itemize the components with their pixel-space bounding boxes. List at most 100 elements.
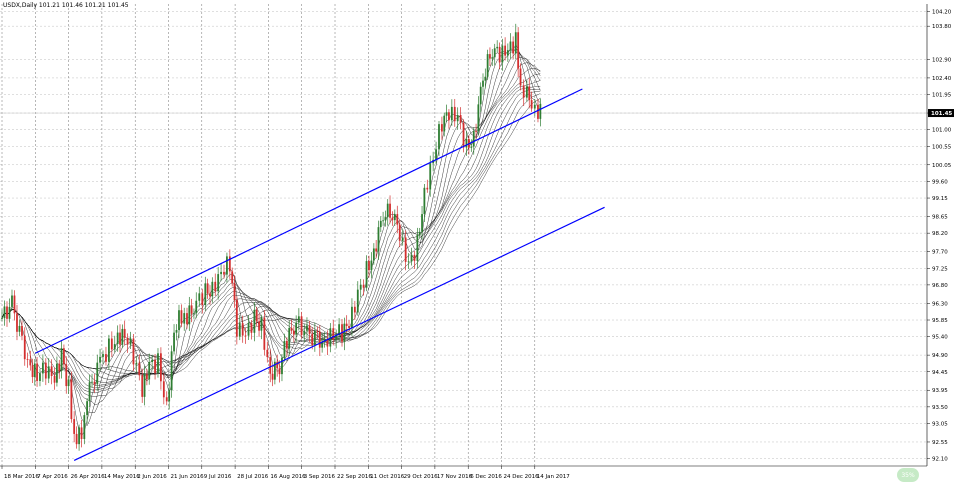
candle-body: [102, 354, 104, 357]
candle-body: [198, 293, 201, 301]
candle-body: [13, 295, 16, 314]
candle-body: [193, 313, 195, 314]
candle-body: [522, 85, 525, 98]
candle-body: [271, 373, 274, 380]
candle-body: [379, 220, 382, 228]
ma-line: [1, 62, 541, 394]
candle-body: [60, 348, 63, 371]
candle-layer: [1, 23, 542, 451]
candle-body: [448, 112, 450, 121]
candle-body: [456, 115, 459, 122]
candle-body: [99, 356, 101, 363]
candle-body: [462, 122, 465, 148]
candle-body: [288, 327, 291, 349]
candle-body: [250, 323, 253, 333]
price-tick-label: 102.40: [932, 76, 952, 82]
candle-body: [88, 382, 91, 402]
candle-body: [286, 340, 288, 349]
candle-body: [231, 271, 234, 284]
candle-body: [180, 310, 183, 324]
candle-body: [306, 325, 308, 331]
candle-body: [209, 293, 211, 297]
candle-body: [443, 115, 446, 132]
channel-lines[interactable]: [35, 88, 605, 461]
price-tick-label: 98.65: [932, 215, 948, 221]
candle-body: [281, 357, 283, 375]
bid-price-text: 101.45: [931, 111, 952, 117]
candle-body: [93, 381, 96, 385]
candle-body: [168, 390, 171, 402]
candle-body: [283, 340, 286, 358]
candle-body: [31, 365, 34, 378]
ma-line: [1, 79, 541, 386]
candle-body: [435, 149, 437, 160]
candle-body: [160, 353, 162, 382]
candle-body: [348, 326, 350, 328]
candle-body: [372, 248, 375, 261]
candle-body: [157, 353, 159, 373]
price-tick-label: 103.80: [932, 24, 952, 30]
candle-body: [290, 327, 293, 331]
candle-body: [278, 368, 281, 375]
candle-body: [195, 300, 198, 314]
candle-body: [11, 295, 13, 307]
candle-body: [165, 397, 168, 402]
candle-body: [359, 284, 362, 290]
time-tick-label: 2 Jun 2016: [137, 474, 167, 480]
price-tick-label: 93.50: [932, 405, 948, 411]
time-tick-label: 11 Oct 2016: [370, 474, 405, 480]
price-tick-label: 100.55: [932, 144, 952, 150]
time-tick-label: 29 Oct 2016: [404, 474, 439, 480]
ma-line: [1, 88, 541, 380]
price-tick-label: 93.05: [932, 421, 948, 427]
candle-body: [190, 305, 193, 314]
ma-line: [1, 51, 541, 405]
candle-body: [484, 76, 487, 81]
price-tick-label: 97.25: [932, 266, 948, 272]
candle-body: [247, 323, 250, 336]
price-tick-label: 92.10: [932, 457, 948, 463]
candle-body: [263, 317, 266, 350]
time-tick-label: 14 May 2016: [104, 474, 140, 480]
candle-body: [472, 130, 475, 147]
candle-body: [56, 363, 58, 383]
candle-body: [217, 274, 220, 292]
price-chart[interactable]: 104.20 103.80 102.90 102.40 101.95 101.45 101.…: [0, 0, 957, 484]
lower-channel-line[interactable]: [73, 206, 605, 461]
candle-body: [482, 80, 484, 87]
ma-line: [1, 57, 541, 397]
candle-body: [365, 261, 368, 288]
candle-body: [530, 100, 533, 109]
candle-body: [154, 359, 156, 373]
upper-channel-line[interactable]: [35, 88, 583, 354]
candle-body: [396, 214, 399, 225]
candle-body: [151, 359, 154, 363]
candle-body: [145, 374, 148, 380]
candle-body: [470, 146, 473, 148]
time-tick-label: 24 Dec 2016: [504, 474, 540, 480]
candle-body: [528, 86, 531, 101]
candle-body: [238, 323, 241, 337]
candle-body: [300, 316, 303, 336]
candle-body: [129, 338, 132, 345]
candle-body: [418, 231, 421, 236]
time-tick-label: 26 Apr 2016: [71, 474, 106, 480]
candle-body: [214, 281, 217, 292]
candle-body: [223, 271, 225, 275]
candle-body: [80, 427, 83, 439]
candle-body: [292, 330, 295, 335]
time-tick-label: 6 Dec 2016: [470, 474, 502, 480]
candle-body: [73, 419, 76, 434]
candle-body: [441, 124, 443, 132]
candle-body: [91, 381, 93, 383]
candle-body: [75, 433, 78, 445]
candle-body: [258, 321, 260, 331]
candle-body: [3, 306, 6, 319]
candle-body: [389, 203, 391, 218]
candle-body: [416, 235, 419, 261]
candle-body: [525, 86, 528, 98]
chart-window[interactable]: 104.20 103.80 102.90 102.40 101.95 101.45 101.…: [0, 0, 957, 484]
candle-body: [504, 45, 507, 56]
price-tick-label: 94.45: [932, 370, 948, 376]
candle-body: [491, 57, 494, 59]
